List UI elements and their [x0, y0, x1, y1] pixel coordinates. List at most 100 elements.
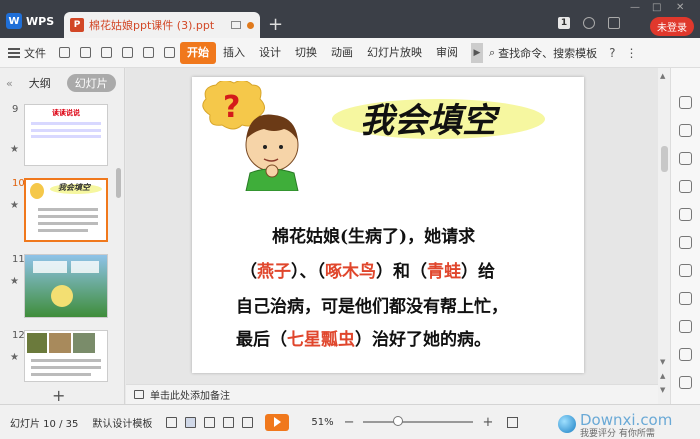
select-icon[interactable] — [679, 96, 692, 109]
answer-text: 燕子 — [257, 262, 291, 282]
scroll-down-icon[interactable]: ▼ — [660, 358, 665, 366]
more-tools-icon[interactable] — [679, 376, 692, 389]
tab-insert[interactable]: 插入 — [216, 42, 252, 64]
thumbnail-title: 读读说说 — [52, 109, 80, 117]
tab-slideshow[interactable]: 幻灯片放映 — [360, 42, 429, 64]
slide-body-line[interactable]: 自己治病，可是他们都没有帮上忙， — [236, 292, 508, 317]
help-icon[interactable]: ? — [609, 46, 615, 60]
text-segment: ）、（ — [291, 262, 325, 282]
next-slide-icon[interactable]: ▼ — [660, 386, 665, 394]
play-slideshow-button[interactable] — [265, 413, 290, 431]
print-icon[interactable] — [101, 47, 112, 58]
scrollbar-thumb[interactable] — [661, 146, 668, 172]
redo-icon[interactable] — [164, 47, 175, 58]
skin-icon[interactable] — [583, 17, 595, 29]
command-search[interactable]: ⌕ 查找命令、搜索模板 — [489, 45, 597, 61]
current-slide[interactable]: ? 我会填空 棉花姑娘(生病了)，她请求 （燕子）、（啄木鸟）和（青蛙）给 自己… — [192, 77, 584, 373]
undo-icon[interactable] — [143, 47, 154, 58]
zoom-out-button[interactable]: − — [344, 415, 355, 430]
collapse-panel-icon[interactable]: « — [6, 77, 13, 90]
tab-home[interactable]: 开始 — [180, 41, 216, 64]
wps-home-tab[interactable]: W WPS — [6, 10, 58, 32]
layout-icon[interactable] — [679, 124, 692, 137]
vertical-scrollbar[interactable]: ▲ ▼ ▲ ▼ — [658, 68, 670, 404]
slide-thumbnail[interactable] — [24, 330, 108, 382]
slide-editor: ? 我会填空 棉花姑娘(生病了)，她请求 （燕子）、（啄木鸟）和（青蛙）给 自己… — [126, 68, 658, 384]
image-icon[interactable] — [679, 320, 692, 333]
slide-number: 11 — [12, 254, 25, 265]
file-menu[interactable]: 文件 — [24, 45, 46, 61]
presenter-icon[interactable] — [242, 416, 254, 428]
close-button[interactable]: ✕ — [676, 2, 684, 13]
open-icon[interactable] — [59, 47, 70, 58]
thumbnail-scrollbar[interactable] — [116, 168, 121, 198]
zoom-slider[interactable] — [362, 416, 473, 426]
thinking-boy-illustration: ? — [202, 81, 299, 191]
slide-body-line[interactable]: （燕子）、（啄木鸟）和（青蛙）给 — [240, 257, 495, 282]
prev-slide-icon[interactable]: ▲ — [660, 372, 665, 380]
new-tab-button[interactable]: + — [268, 14, 283, 35]
window-restore-icon[interactable] — [231, 21, 241, 29]
ppt-file-icon: P — [70, 18, 84, 32]
app-name: WPS — [26, 14, 55, 28]
status-bar: 幻灯片 10 / 35 默认设计模板 51% − + Downxi.com 我要… — [0, 404, 700, 439]
more-options-icon[interactable]: ⋮ — [626, 46, 638, 60]
notes-icon — [134, 390, 144, 399]
text-segment: ）给 — [461, 262, 495, 282]
slide-thumbnail[interactable] — [24, 254, 108, 318]
tab-animation[interactable]: 动画 — [324, 42, 360, 64]
text-segment: ）和（ — [376, 262, 427, 282]
fit-window-icon[interactable] — [507, 416, 519, 428]
design-template-name[interactable]: 默认设计模板 — [92, 415, 152, 430]
page-badge[interactable]: 1 — [558, 17, 570, 29]
backup-icon[interactable] — [679, 348, 692, 361]
ribbon-scroll-right-icon[interactable]: ▶ — [471, 42, 483, 63]
normal-view-icon[interactable] — [185, 416, 197, 428]
notes-toggle-icon[interactable] — [166, 416, 178, 428]
document-tab[interactable]: P 棉花姑娘ppt课件 (3).ppt — [64, 12, 260, 38]
answer-text: 七星瓢虫 — [287, 330, 355, 350]
transition-icon[interactable] — [679, 292, 692, 305]
svg-text:?: ? — [223, 90, 240, 125]
preview-icon[interactable] — [122, 47, 133, 58]
slide-body-line[interactable]: 棉花姑娘(生病了)，她请求 — [272, 222, 475, 247]
slide-thumbnail-selected[interactable]: 我会填空 — [24, 178, 108, 242]
ribbon-bar: 文件 开始 插入 设计 切换 动画 幻灯片放映 审阅 ▶ ⌕ 查找命令、搜索模板… — [0, 38, 700, 68]
slide-thumbnail[interactable]: 读读说说 — [24, 104, 108, 166]
answer-text: 青蛙 — [427, 262, 461, 282]
minimize-button[interactable]: — — [630, 2, 640, 13]
slide-body-line[interactable]: 最后（七星瓢虫）治好了她的病。 — [236, 325, 491, 350]
unsaved-indicator-icon[interactable] — [247, 21, 254, 29]
reading-view-icon[interactable] — [223, 416, 235, 428]
tab-slides[interactable]: 幻灯片 — [66, 74, 116, 92]
zoom-level[interactable]: 51% — [311, 417, 333, 428]
notes-bar[interactable]: 单击此处添加备注 — [126, 384, 658, 404]
settings-icon[interactable] — [679, 180, 692, 193]
play-icon — [273, 417, 281, 427]
slide-title[interactable]: 我会填空 — [360, 93, 496, 142]
animation-icon[interactable] — [679, 208, 692, 221]
star-icon[interactable] — [679, 236, 692, 249]
right-task-sidebar — [670, 68, 700, 404]
command-search-label: 查找命令、搜索模板 — [498, 46, 598, 60]
table-icon[interactable] — [679, 264, 692, 277]
tab-transition[interactable]: 切换 — [288, 42, 324, 64]
login-button[interactable]: 未登录 — [650, 17, 694, 36]
maximize-button[interactable]: □ — [652, 2, 661, 13]
menu-icon[interactable] — [8, 47, 20, 58]
cloud-icon[interactable] — [608, 17, 620, 29]
zoom-in-button[interactable]: + — [483, 415, 494, 430]
save-icon[interactable] — [80, 47, 91, 58]
watermark-logo-icon — [558, 415, 576, 433]
notes-placeholder[interactable]: 单击此处添加备注 — [150, 387, 230, 402]
tab-design[interactable]: 设计 — [252, 42, 288, 64]
scroll-up-icon[interactable]: ▲ — [660, 72, 665, 80]
slide-sorter-icon[interactable] — [204, 416, 216, 428]
tab-review[interactable]: 审阅 — [429, 42, 465, 64]
add-slide-button[interactable]: + — [52, 386, 65, 405]
document-tab-title: 棉花姑娘ppt课件 (3).ppt — [89, 19, 215, 32]
tab-outline[interactable]: 大纲 — [21, 74, 59, 92]
shape-icon[interactable] — [679, 152, 692, 165]
zoom-slider-knob[interactable] — [392, 416, 403, 426]
panel-tabs: « 大纲 幻灯片 — [0, 68, 124, 98]
